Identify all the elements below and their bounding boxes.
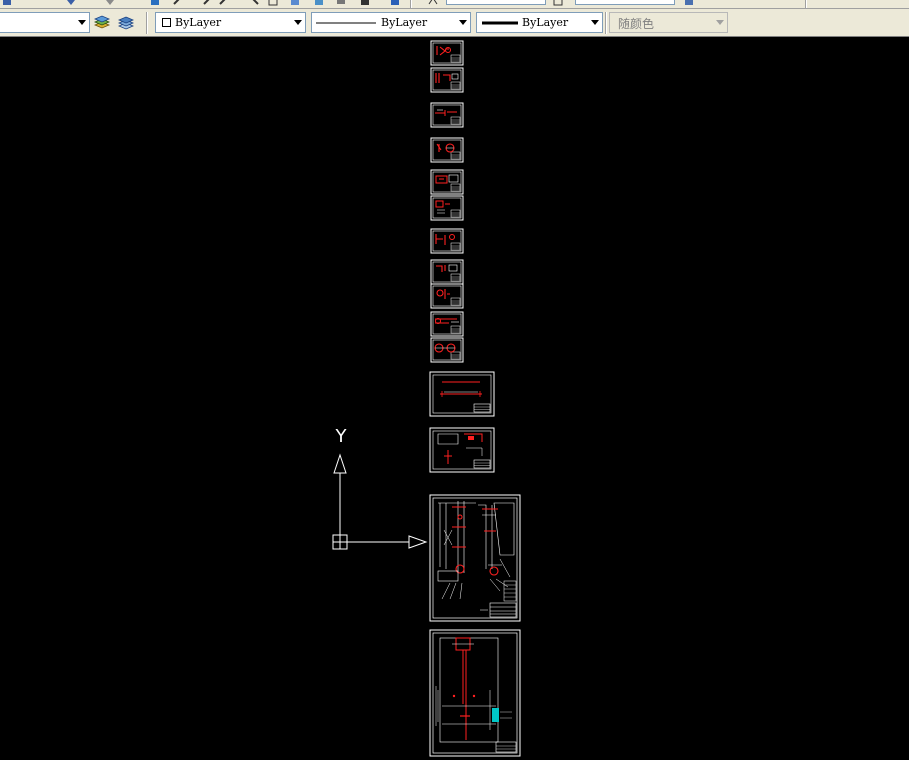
drawing-sheet-thumbnail[interactable] xyxy=(430,137,464,163)
toolbar-combo[interactable] xyxy=(446,0,546,5)
detail-drawing-sheet[interactable] xyxy=(429,629,521,757)
lineweight-control[interactable]: ByLayer xyxy=(476,12,603,33)
toolbar-separator xyxy=(805,0,807,8)
toolbar-icon[interactable] xyxy=(105,0,115,6)
toolbar-icon[interactable] xyxy=(390,0,400,6)
drawing-sheet-thumbnail[interactable] xyxy=(430,102,464,128)
toolbar-separator xyxy=(410,0,412,8)
toolbar-icon[interactable] xyxy=(336,0,346,6)
drawing-sheet-thumbnail[interactable] xyxy=(430,67,464,93)
drawing-sheet-thumbnail[interactable] xyxy=(429,371,495,417)
toolbar-icon[interactable] xyxy=(428,0,438,6)
properties-toolbar: ByLayer ByLayer ByLayer 随颜色 xyxy=(0,9,909,37)
layer-states-icon[interactable] xyxy=(92,13,112,33)
drawing-sheet-thumbnail[interactable] xyxy=(430,283,464,309)
layer-control[interactable] xyxy=(0,12,90,33)
color-swatch xyxy=(162,18,171,27)
linetype-control[interactable]: ByLayer xyxy=(311,12,471,33)
toolbar-icon[interactable] xyxy=(684,0,694,6)
drawing-sheet-thumbnail[interactable] xyxy=(430,311,464,337)
dropdown-arrow-icon xyxy=(78,20,86,25)
drawing-sheet-thumbnail[interactable] xyxy=(430,259,464,285)
toolbar-separator xyxy=(146,12,148,34)
ucs-icon xyxy=(332,453,428,550)
toolbar-icon[interactable] xyxy=(314,0,324,6)
plotstyle-control[interactable]: 随颜色 xyxy=(609,12,728,33)
toolbar-icon[interactable] xyxy=(268,0,278,6)
toolbar-icon[interactable] xyxy=(218,0,228,6)
layer-previous-icon[interactable] xyxy=(116,13,136,33)
drawing-sheet-thumbnail[interactable] xyxy=(430,195,464,221)
color-control[interactable]: ByLayer xyxy=(155,12,306,33)
toolbar-icon[interactable] xyxy=(66,0,76,6)
toolbar-icon[interactable] xyxy=(2,0,12,6)
toolbar-icon[interactable] xyxy=(150,0,160,6)
toolbar-icon[interactable] xyxy=(290,0,300,6)
linetype-preview xyxy=(316,22,376,24)
dropdown-arrow-icon xyxy=(294,20,302,25)
dropdown-arrow-icon xyxy=(716,20,724,25)
standard-toolbar-strip xyxy=(0,0,909,9)
toolbar-icon[interactable] xyxy=(250,0,260,6)
drawing-sheet-thumbnail[interactable] xyxy=(430,337,464,363)
toolbar-separator xyxy=(605,12,607,34)
drawing-sheet-thumbnail[interactable] xyxy=(429,427,495,473)
toolbar-icon[interactable] xyxy=(202,0,212,6)
drawing-sheet-thumbnail[interactable] xyxy=(430,40,464,66)
toolbar-icon[interactable] xyxy=(553,0,563,6)
dropdown-arrow-icon xyxy=(459,20,467,25)
toolbar-combo[interactable] xyxy=(575,0,675,5)
assembly-drawing-sheet[interactable] xyxy=(429,494,521,622)
ucs-y-axis-label: Y xyxy=(335,426,348,447)
lineweight-preview xyxy=(482,21,518,25)
model-space-canvas[interactable]: Y xyxy=(0,38,909,760)
dropdown-arrow-icon xyxy=(591,20,599,25)
drawing-sheet-thumbnail[interactable] xyxy=(430,169,464,195)
drawing-sheet-thumbnail[interactable] xyxy=(430,228,464,254)
toolbar-icon[interactable] xyxy=(360,0,370,6)
toolbar-icon[interactable] xyxy=(172,0,182,6)
